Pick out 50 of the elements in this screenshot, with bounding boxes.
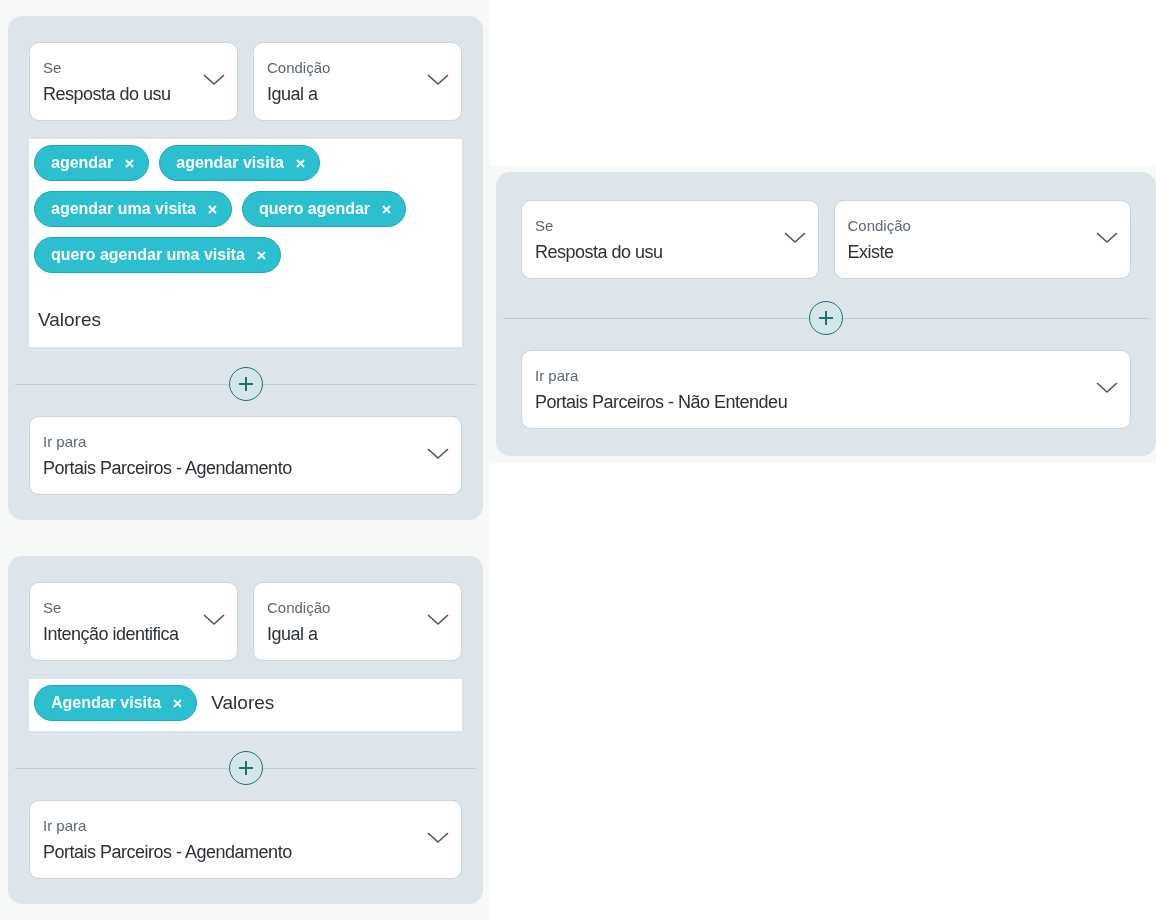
dropdown-field[interactable]: Ir para Portais Parceiros - Agendamento <box>29 800 462 879</box>
field-value: Portais Parceiros - Não Entendeu <box>535 391 789 413</box>
chevron-down-icon <box>1096 382 1118 394</box>
remove-icon[interactable] <box>295 158 305 168</box>
field-value: Portais Parceiros - Agendamento <box>43 841 293 863</box>
field-value: Intenção identifica <box>43 623 180 645</box>
field-value: Portais Parceiros - Agendamento <box>43 457 293 479</box>
plus-icon <box>818 310 834 326</box>
field-label: Ir para <box>43 816 88 834</box>
dropdown-field[interactable]: Se Resposta do usu <box>521 200 819 279</box>
field-value: Resposta do usu <box>535 241 664 263</box>
chevron-down-icon <box>783 232 806 244</box>
field-label: Ir para <box>43 432 88 450</box>
field-label: Condição <box>267 58 332 76</box>
remove-icon[interactable] <box>382 204 392 214</box>
values-input[interactable]: Valores <box>34 303 452 337</box>
field-label: Condição <box>267 598 332 616</box>
field-value: Resposta do usu <box>43 83 172 105</box>
dropdown-field[interactable]: Se Intenção identifica <box>29 582 238 661</box>
add-button[interactable] <box>228 367 263 401</box>
chevron-down-icon <box>203 74 225 86</box>
field-label: Se <box>535 216 555 234</box>
field-label: Ir para <box>535 366 580 384</box>
remove-icon[interactable] <box>173 698 183 708</box>
dropdown-field[interactable]: Condição Existe <box>833 200 1131 279</box>
dropdown-field[interactable]: Ir para Portais Parceiros - Agendamento <box>29 416 462 495</box>
chevron-down-icon <box>427 614 449 626</box>
field-value: Igual a <box>267 623 319 645</box>
field-value: Existe <box>847 241 895 263</box>
chevron-down-icon <box>427 74 449 86</box>
chevron-down-icon <box>1096 232 1118 244</box>
add-button[interactable] <box>228 751 263 785</box>
add-button[interactable] <box>809 301 843 335</box>
dropdown-field[interactable]: Se Resposta do usu <box>29 42 238 121</box>
dropdown-field[interactable]: Condição Igual a <box>253 582 462 661</box>
chevron-down-icon <box>203 614 225 626</box>
dropdown-field[interactable]: Condição Igual a <box>253 42 462 121</box>
field-label: Se <box>43 58 63 76</box>
chevron-down-icon <box>427 448 449 460</box>
remove-icon[interactable] <box>207 204 217 214</box>
field-label: Condição <box>847 216 912 234</box>
values-input[interactable]: Valores <box>207 685 452 721</box>
field-value: Igual a <box>267 83 319 105</box>
remove-icon[interactable] <box>256 250 266 260</box>
plus-icon <box>237 376 254 392</box>
chevron-down-icon <box>427 832 449 844</box>
plus-icon <box>237 760 254 776</box>
field-label: Se <box>43 598 63 616</box>
dropdown-field[interactable]: Ir para Portais Parceiros - Não Entendeu <box>521 350 1131 429</box>
remove-icon[interactable] <box>125 158 135 168</box>
